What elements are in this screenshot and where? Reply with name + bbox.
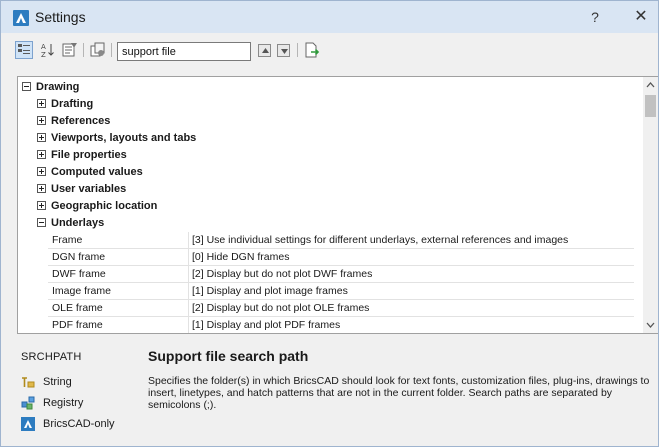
type-label: String (43, 376, 72, 388)
tree-node-label: File properties (51, 149, 127, 161)
setting-description: Specifies the folder(s) in which BricsCA… (148, 375, 650, 411)
scroll-up-icon[interactable] (643, 77, 658, 93)
settings-differences-icon[interactable] (89, 41, 107, 59)
expand-icon[interactable] (37, 116, 46, 125)
column-divider (188, 232, 189, 249)
property-name: DGN frame (52, 251, 106, 263)
categorized-view-icon[interactable] (15, 41, 33, 59)
settings-dialog: Settings ? ✕ A Z support file Drawing Dr… (0, 0, 659, 447)
collapse-icon[interactable] (22, 82, 31, 91)
vertical-scrollbar[interactable] (643, 77, 658, 333)
toolbar-separator (83, 43, 84, 57)
property-name: Image frame (52, 285, 111, 297)
property-row-image-frame[interactable]: Image frame [1] Display and plot image f… (48, 283, 634, 300)
property-value[interactable]: [0] Hide DGN frames (192, 249, 289, 265)
window-title: Settings (35, 9, 86, 25)
help-button[interactable]: ? (583, 5, 607, 29)
storage-label: Registry (43, 397, 84, 409)
expand-icon[interactable] (37, 201, 46, 210)
tree-node-label: Underlays (51, 217, 105, 229)
tree-node-label: Viewports, layouts and tabs (51, 132, 197, 144)
scope-label: BricsCAD-only (43, 418, 115, 430)
tree-node-label: Drafting (51, 98, 94, 110)
svg-text:Z: Z (41, 51, 46, 59)
toolbar-separator (297, 43, 298, 57)
expand-icon[interactable] (37, 99, 46, 108)
bricscad-logo-icon (13, 10, 29, 26)
property-name: Frame (52, 234, 83, 246)
alphabetic-sort-icon[interactable]: A Z (39, 41, 57, 59)
property-value[interactable]: [1] Display and plot PDF frames (192, 317, 340, 333)
expand-icon[interactable] (37, 167, 46, 176)
property-name: OLE frame (52, 302, 103, 314)
tree-node-label: References (51, 115, 111, 127)
filter-icon[interactable] (61, 41, 79, 59)
tree-node-label: User variables (51, 183, 127, 195)
expand-icon[interactable] (37, 184, 46, 193)
svg-text:A: A (41, 43, 46, 51)
setting-title: Support file search path (148, 348, 309, 364)
column-divider (188, 283, 189, 300)
settings-tree-content: Drawing Drafting References Viewports, l… (18, 77, 642, 333)
string-type-icon (22, 377, 35, 388)
export-icon[interactable] (303, 41, 321, 59)
previous-match-button[interactable] (258, 44, 271, 57)
next-match-button[interactable] (277, 44, 290, 57)
property-row-dwf-frame[interactable]: DWF frame [2] Display but do not plot DW… (48, 266, 634, 283)
property-name: DWF frame (52, 268, 106, 280)
arrow-up-icon (262, 48, 269, 53)
close-button[interactable]: ✕ (627, 5, 655, 29)
property-row-dgn-frame[interactable]: DGN frame [0] Hide DGN frames (48, 249, 634, 266)
bricscad-icon (21, 417, 35, 431)
property-row-pdf-frame[interactable]: PDF frame [1] Display and plot PDF frame… (48, 317, 634, 333)
property-name: PDF frame (52, 319, 103, 331)
variable-name: SRCHPATH (21, 351, 82, 363)
property-row-ole-frame[interactable]: OLE frame [2] Display but do not plot OL… (48, 300, 634, 317)
property-value[interactable]: [3] Use individual settings for differen… (192, 232, 568, 248)
column-divider (188, 300, 189, 317)
expand-icon[interactable] (37, 133, 46, 142)
title-bar: Settings ? ✕ (1, 1, 658, 33)
property-value[interactable]: [1] Display and plot image frames (192, 283, 348, 299)
collapse-icon[interactable] (37, 218, 46, 227)
tree-node-label: Drawing (36, 81, 80, 93)
column-divider (188, 266, 189, 283)
property-row-frame[interactable]: Frame [3] Use individual settings for di… (48, 232, 634, 249)
toolbar: A Z (1, 33, 658, 67)
scroll-down-icon[interactable] (643, 317, 658, 333)
property-value[interactable]: [2] Display but do not plot DWF frames (192, 266, 372, 282)
column-divider (188, 249, 189, 266)
expand-icon[interactable] (37, 150, 46, 159)
tree-node-label: Geographic location (51, 200, 158, 212)
arrow-down-icon (281, 49, 288, 54)
column-divider (188, 317, 189, 333)
property-value[interactable]: [2] Display but do not plot OLE frames (192, 300, 369, 316)
toolbar-separator (111, 43, 112, 57)
scrollbar-thumb[interactable] (645, 95, 656, 117)
settings-tree[interactable]: Drawing Drafting References Viewports, l… (17, 76, 658, 334)
search-input[interactable] (117, 42, 251, 61)
tree-node-label: Computed values (51, 166, 143, 178)
registry-icon (21, 396, 35, 410)
